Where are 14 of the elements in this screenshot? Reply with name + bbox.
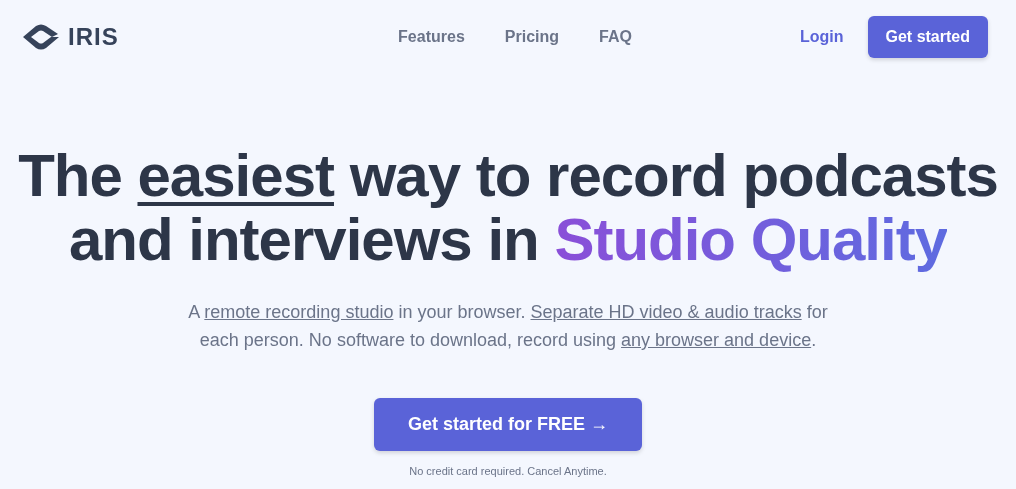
- subtitle: A remote recording studio in your browser. Separate HD video & audio tracks for each person. No software to download, record using any browser and device.: [188, 301, 828, 352]
- nav-link[interactable]: Features: [398, 28, 465, 46]
- brand-name[interactable]: IRIS: [68, 23, 119, 51]
- headline: The easiest way to record podcasts and interviews in Studio Quality: [18, 144, 998, 272]
- inline-link[interactable]: any browser and device: [621, 330, 812, 350]
- nav-link[interactable]: FAQ: [599, 28, 632, 46]
- inline-link[interactable]: Separate HD video & audio tracks: [530, 302, 802, 322]
- get-started-free-button[interactable]: Get started for FREE →: [374, 398, 642, 451]
- inline-link[interactable]: remote recording studio: [204, 302, 394, 322]
- nav-link[interactable]: Pricing: [504, 28, 559, 46]
- get-started-button[interactable]: Get started: [867, 16, 988, 58]
- login-link[interactable]: Login: [799, 28, 844, 46]
- no-credit-card-note: No credit card required. Cancel Anytime.: [409, 465, 607, 477]
- eye-logo-icon: [22, 24, 60, 50]
